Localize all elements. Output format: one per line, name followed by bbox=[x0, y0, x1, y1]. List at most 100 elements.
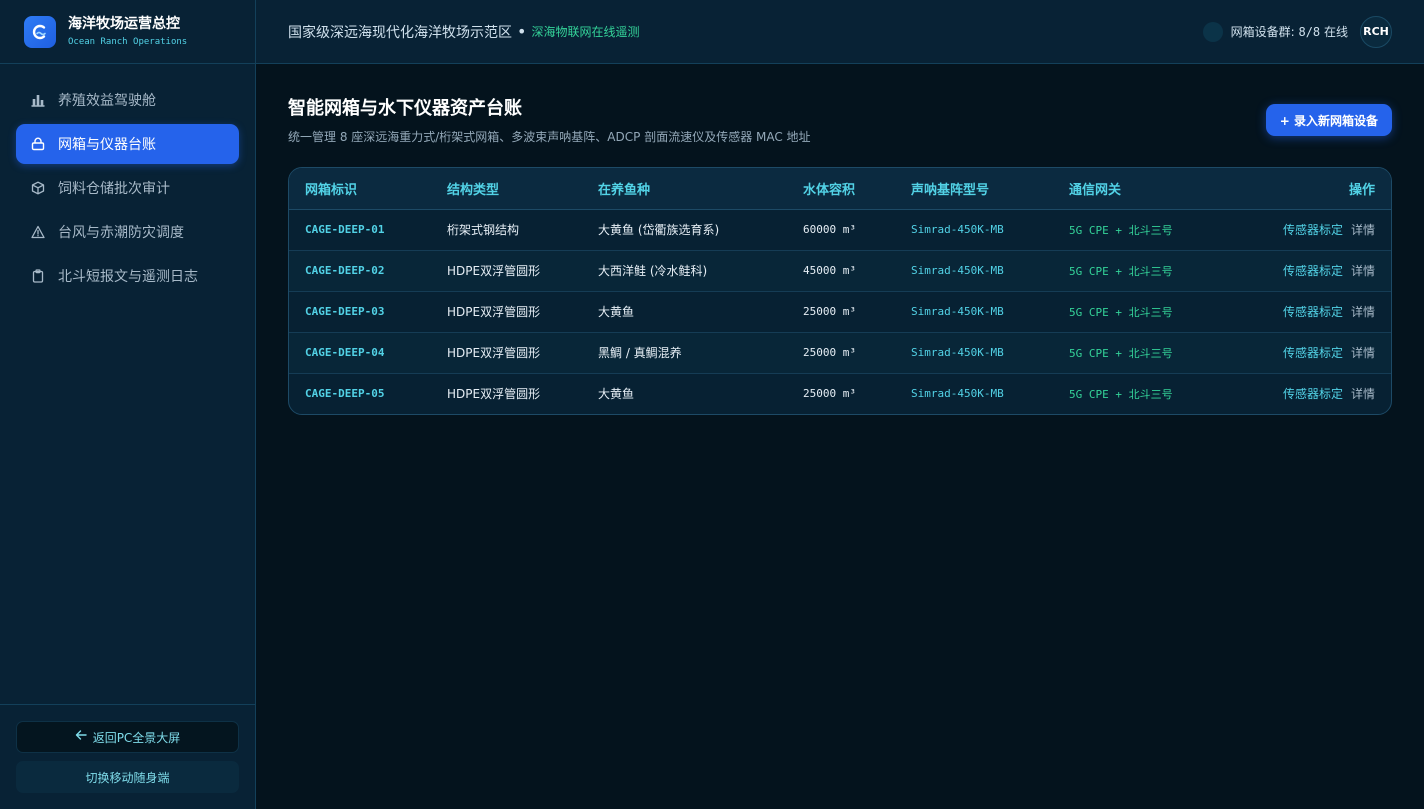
device-status-label: 网箱设备群: bbox=[1230, 25, 1295, 39]
column-header: 结构类型 bbox=[431, 168, 582, 210]
sidebar-item-dashboard[interactable]: 养殖效益驾驶舱 bbox=[16, 80, 239, 120]
header-subtitle: 深海物联网在线遥测 bbox=[531, 25, 640, 39]
water-volume: 25000 m³ bbox=[787, 332, 895, 374]
sonar-model: Simrad-450K-MB bbox=[895, 209, 1053, 251]
cage-id: CAGE-DEEP-02 bbox=[289, 250, 431, 292]
table-row: CAGE-DEEP-05 HDPE双浮管圆形 大黄鱼 25000 m³ Simr… bbox=[289, 373, 1391, 414]
detail-link[interactable]: 详情 bbox=[1351, 305, 1375, 319]
main-content: 智能网箱与水下仪器资产台账 统一管理 8 座深远海重力式/桁架式网箱、多波束声呐… bbox=[288, 96, 1392, 415]
sidebar-footer: 返回PC全景大屏 切换移动随身端 bbox=[0, 704, 255, 809]
column-header: 操作 bbox=[1233, 168, 1391, 210]
fish-species: 大黄鱼 (岱衢族选育系) bbox=[582, 209, 787, 251]
sidebar-item-label: 台风与赤潮防灾调度 bbox=[58, 225, 184, 241]
calibrate-link[interactable]: 传感器标定 bbox=[1283, 346, 1343, 360]
brand-subtitle: Ocean Ranch Operations bbox=[68, 36, 188, 47]
warning-triangle-icon bbox=[30, 224, 46, 240]
row-actions: 传感器标定 详情 bbox=[1233, 291, 1391, 333]
table-header-row: 网箱标识 结构类型 在养鱼种 水体容积 声呐基阵型号 通信网关 操作 bbox=[289, 168, 1391, 210]
device-status: 网箱设备群: 8/8 在线 bbox=[1231, 23, 1348, 40]
sidebar-item-label: 养殖效益驾驶舱 bbox=[58, 93, 156, 109]
switch-mobile-label: 切换移动随身端 bbox=[85, 770, 170, 785]
row-actions: 传感器标定 详情 bbox=[1233, 209, 1391, 251]
fish-species: 大黄鱼 bbox=[582, 291, 787, 333]
sidebar-item-beidou-log[interactable]: 北斗短报文与遥测日志 bbox=[16, 256, 239, 296]
sidebar-nav: 养殖效益驾驶舱 网箱与仪器台账 饲料仓储批次审计 台风与赤潮防灾调度 北斗短报文… bbox=[0, 64, 255, 296]
device-status-value: 8/8 bbox=[1298, 25, 1321, 39]
row-actions: 传感器标定 详情 bbox=[1233, 332, 1391, 374]
table-row: CAGE-DEEP-03 HDPE双浮管圆形 大黄鱼 25000 m³ Simr… bbox=[289, 291, 1391, 333]
device-status-suffix: 在线 bbox=[1323, 25, 1348, 39]
detail-link[interactable]: 详情 bbox=[1351, 387, 1375, 401]
fish-species: 黑鲷 / 真鲷混养 bbox=[582, 332, 787, 374]
row-actions: 传感器标定 详情 bbox=[1233, 250, 1391, 292]
water-volume: 25000 m³ bbox=[787, 291, 895, 333]
asset-table: 网箱标识 结构类型 在养鱼种 水体容积 声呐基阵型号 通信网关 操作 CAGE-… bbox=[288, 167, 1392, 415]
sidebar-item-label: 网箱与仪器台账 bbox=[58, 137, 156, 153]
structure-type: HDPE双浮管圆形 bbox=[431, 250, 582, 292]
fish-species: 大黄鱼 bbox=[598, 387, 635, 402]
cage-id: CAGE-DEEP-05 bbox=[305, 387, 385, 401]
add-cage-button[interactable]: + 录入新网箱设备 bbox=[1265, 104, 1392, 136]
water-volume: 25000 m³ bbox=[803, 387, 856, 401]
back-to-pc-button[interactable]: 返回PC全景大屏 bbox=[16, 721, 239, 753]
cage-id: CAGE-DEEP-03 bbox=[289, 291, 431, 333]
column-header: 在养鱼种 bbox=[582, 168, 787, 210]
column-header: 水体容积 bbox=[787, 168, 895, 210]
ocean-logo-icon bbox=[24, 15, 56, 48]
structure-type: HDPE双浮管圆形 bbox=[431, 291, 582, 333]
gateway: 5G CPE + 北斗三号 bbox=[1053, 209, 1233, 251]
avatar[interactable]: RCH bbox=[1360, 15, 1392, 48]
table-row: CAGE-DEEP-04 HDPE双浮管圆形 黑鲷 / 真鲷混养 25000 m… bbox=[289, 332, 1391, 374]
calibrate-link[interactable]: 传感器标定 bbox=[1283, 387, 1343, 401]
fish-species: 大西洋鲑 (冷水鲑科) bbox=[582, 250, 787, 292]
column-header: 网箱标识 bbox=[289, 168, 431, 210]
calibrate-link[interactable]: 传感器标定 bbox=[1283, 264, 1343, 278]
status-dot-icon bbox=[1202, 21, 1223, 42]
sidebar-item-disaster[interactable]: 台风与赤潮防灾调度 bbox=[16, 212, 239, 252]
switch-mobile-button[interactable]: 切换移动随身端 bbox=[16, 761, 239, 793]
detail-link[interactable]: 详情 bbox=[1351, 346, 1375, 360]
top-header: 国家级深远海现代化海洋牧场示范区 • 深海物联网在线遥测 网箱设备群: 8/8 … bbox=[256, 0, 1424, 64]
header-crumb: 国家级深远海现代化海洋牧场示范区 bbox=[288, 24, 512, 41]
sonar-model: Simrad-450K-MB bbox=[895, 250, 1053, 292]
header-right: 网箱设备群: 8/8 在线 RCH bbox=[1202, 15, 1392, 48]
sonar-model: Simrad-450K-MB bbox=[911, 387, 1004, 401]
structure-type: 桁架式钢结构 bbox=[431, 209, 582, 251]
detail-link[interactable]: 详情 bbox=[1351, 223, 1375, 237]
arrow-left-icon bbox=[75, 729, 87, 745]
brand: 海洋牧场运营总控 Ocean Ranch Operations bbox=[0, 0, 255, 64]
gateway: 5G CPE + 北斗三号 bbox=[1053, 291, 1233, 333]
table-row: CAGE-DEEP-02 HDPE双浮管圆形 大西洋鲑 (冷水鲑科) 45000… bbox=[289, 250, 1391, 292]
sidebar: 海洋牧场运营总控 Ocean Ranch Operations 养殖效益驾驶舱 … bbox=[0, 0, 256, 809]
water-volume: 45000 m³ bbox=[787, 250, 895, 292]
water-volume: 60000 m³ bbox=[787, 209, 895, 251]
cube-icon bbox=[30, 180, 46, 196]
sonar-model: Simrad-450K-MB bbox=[895, 291, 1053, 333]
sidebar-item-cage-ledger[interactable]: 网箱与仪器台账 bbox=[16, 124, 239, 164]
clipboard-icon bbox=[30, 268, 46, 284]
sidebar-item-label: 北斗短报文与遥测日志 bbox=[58, 269, 198, 285]
cage-id: CAGE-DEEP-01 bbox=[289, 209, 431, 251]
page-title: 智能网箱与水下仪器资产台账 bbox=[288, 98, 522, 119]
gateway: 5G CPE + 北斗三号 bbox=[1053, 332, 1233, 374]
calibrate-link[interactable]: 传感器标定 bbox=[1283, 305, 1343, 319]
row-actions: 传感器标定 详情 bbox=[1233, 373, 1391, 414]
structure-type: HDPE双浮管圆形 bbox=[431, 332, 582, 374]
calibrate-link[interactable]: 传感器标定 bbox=[1283, 223, 1343, 237]
gateway: 5G CPE + 北斗三号 bbox=[1069, 387, 1173, 401]
detail-link[interactable]: 详情 bbox=[1351, 264, 1375, 278]
structure-type: HDPE双浮管圆形 bbox=[447, 387, 541, 402]
box-lock-icon bbox=[30, 136, 46, 152]
sonar-model: Simrad-450K-MB bbox=[895, 332, 1053, 374]
cage-id: CAGE-DEEP-04 bbox=[289, 332, 431, 374]
table-row: CAGE-DEEP-01 桁架式钢结构 大黄鱼 (岱衢族选育系) 60000 m… bbox=[289, 209, 1391, 251]
sidebar-item-feed-audit[interactable]: 饲料仓储批次审计 bbox=[16, 168, 239, 208]
sidebar-item-label: 饲料仓储批次审计 bbox=[58, 181, 170, 197]
brand-title: 海洋牧场运营总控 bbox=[68, 15, 180, 32]
bar-chart-icon bbox=[30, 92, 46, 108]
gateway: 5G CPE + 北斗三号 bbox=[1053, 250, 1233, 292]
page-description: 统一管理 8 座深远海重力式/桁架式网箱、多波束声呐基阵、ADCP 剖面流速仪及… bbox=[288, 130, 811, 144]
back-to-pc-label: 返回PC全景大屏 bbox=[92, 730, 181, 745]
column-header: 通信网关 bbox=[1053, 168, 1233, 210]
separator-dot: • bbox=[517, 22, 527, 41]
